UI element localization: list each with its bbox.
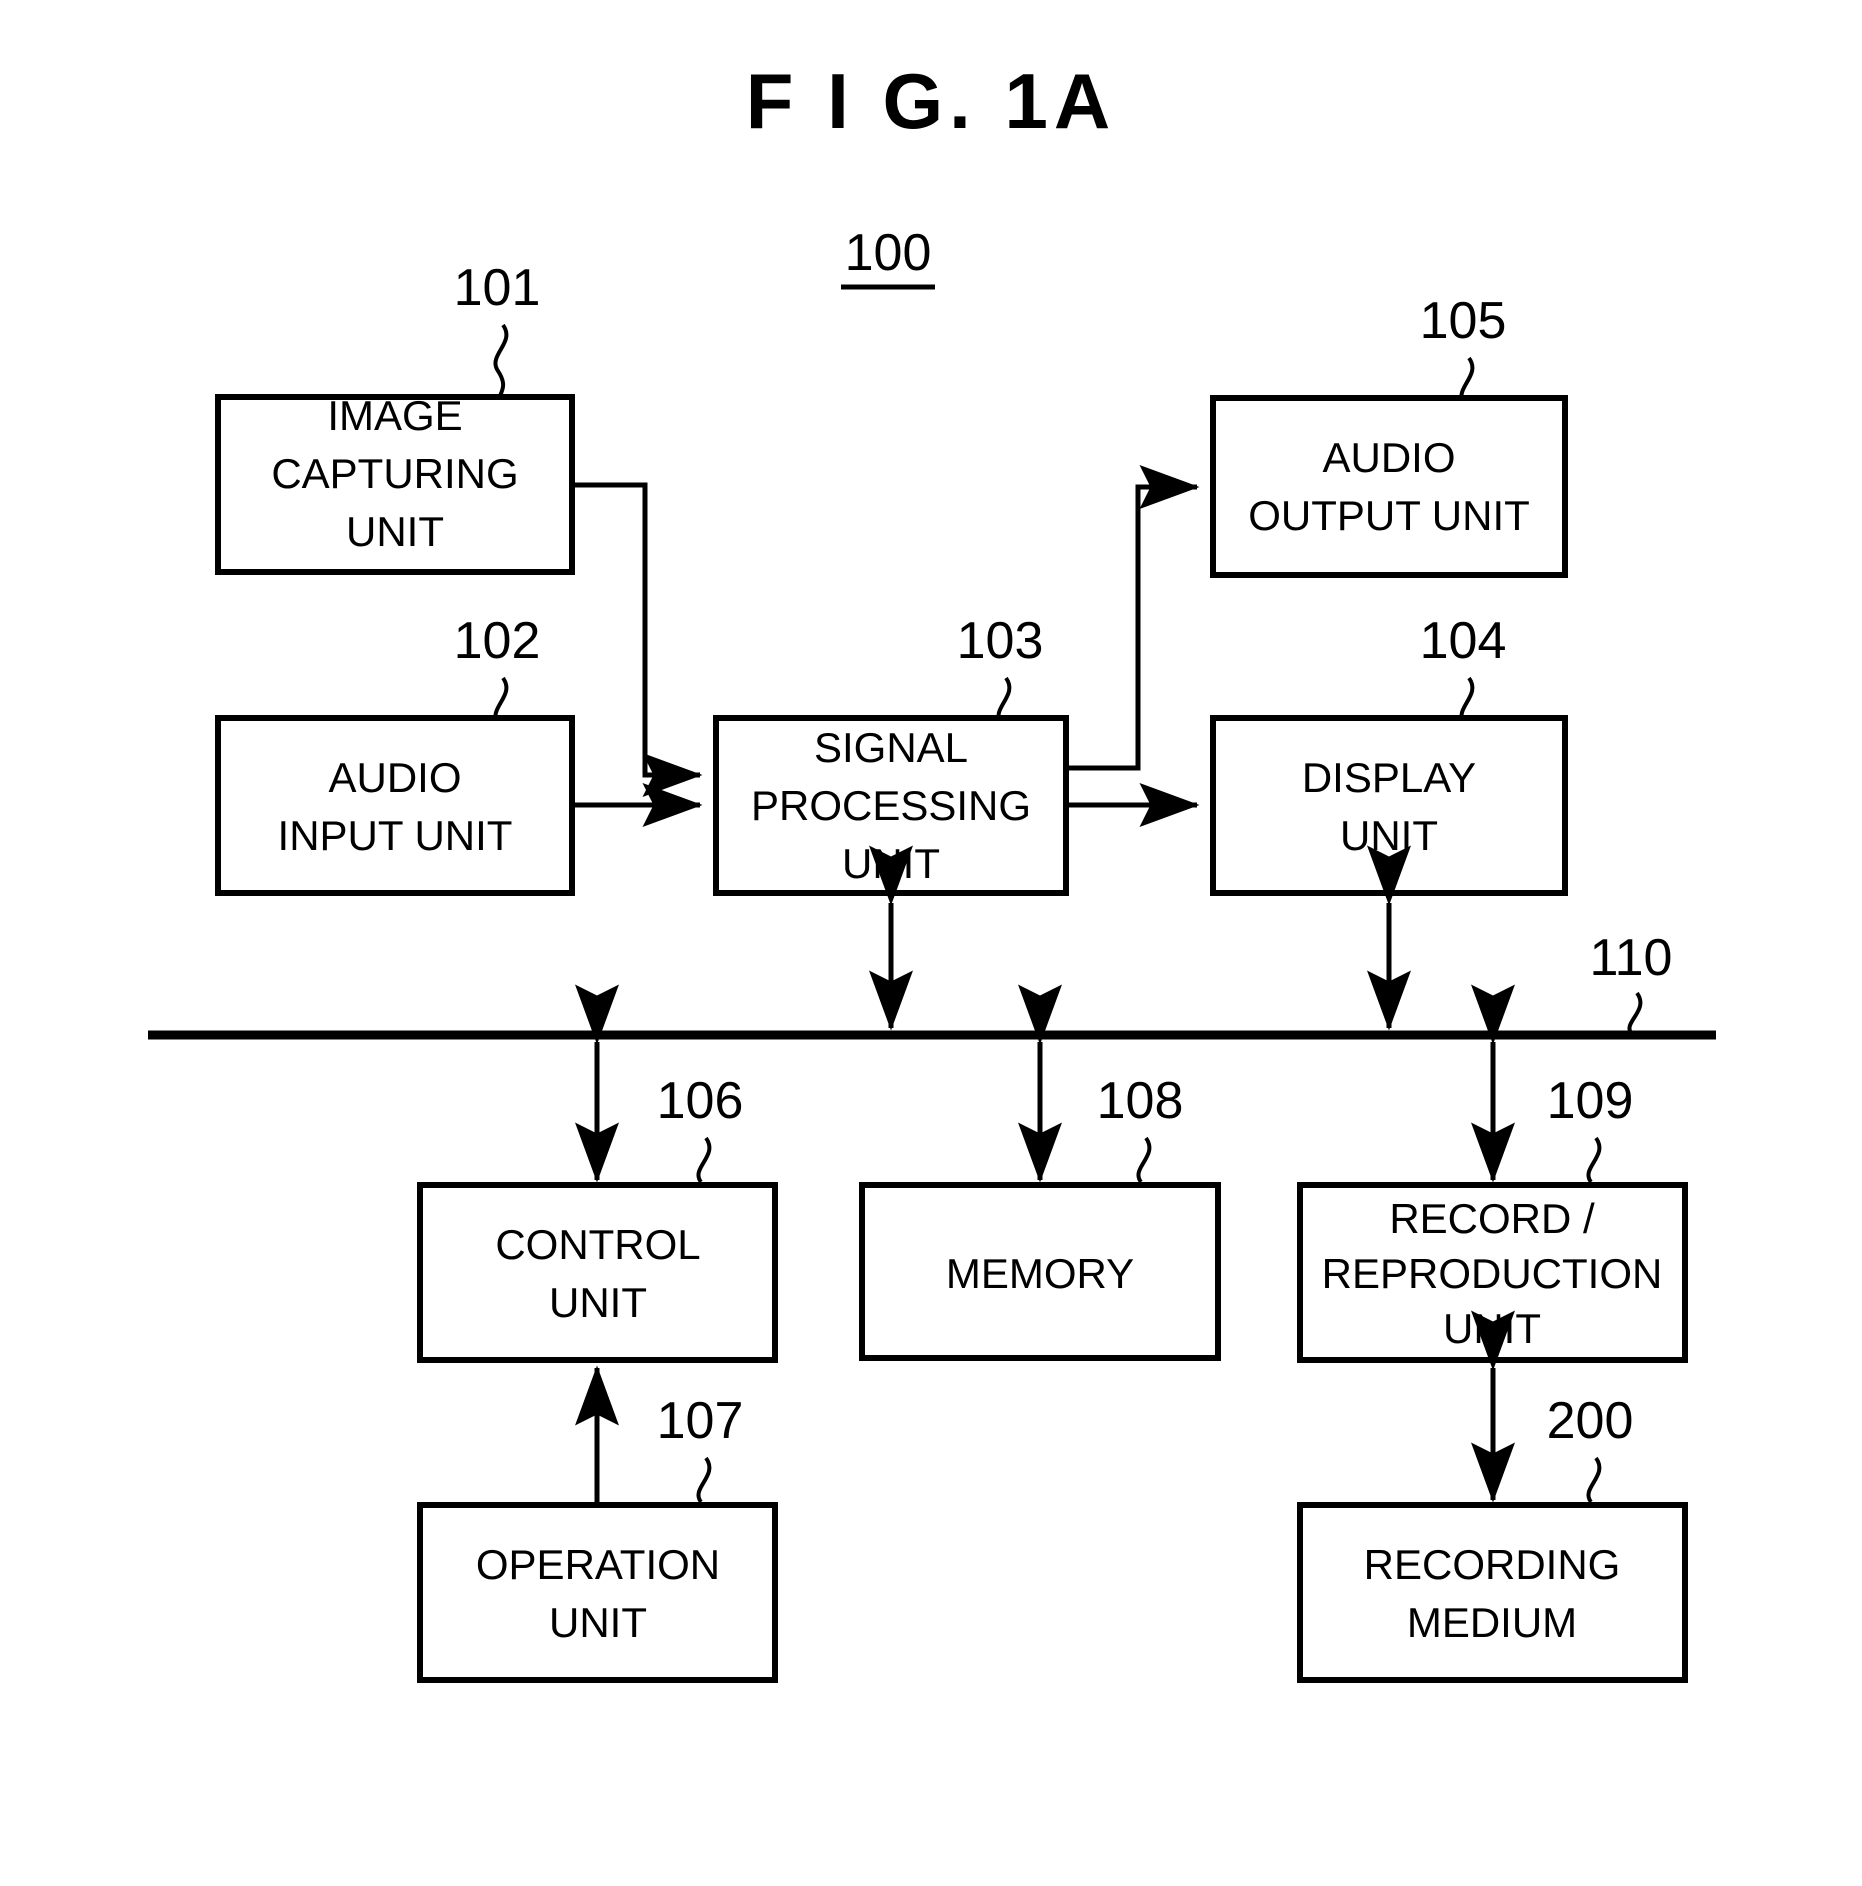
block-label-audio-input-2: INPUT UNIT: [278, 812, 513, 859]
ref-label-100: 100: [845, 224, 932, 282]
ref-label-105: 105: [1420, 292, 1507, 350]
leader-line-110: [1627, 991, 1643, 1036]
ref-label-200: 200: [1547, 1392, 1634, 1450]
block-operation-unit[interactable]: [417, 1502, 778, 1683]
ref-label-102: 102: [454, 612, 541, 670]
block-label-recording-medium-2: MEDIUM: [1407, 1599, 1577, 1646]
block-label-audio-output-2: OUTPUT UNIT: [1248, 492, 1530, 539]
ref-label-101: 101: [454, 259, 541, 317]
block-label-display-2: UNIT: [1340, 812, 1438, 859]
block-display-unit[interactable]: [1210, 715, 1568, 896]
block-label-signal-processing-2: PROCESSING: [751, 782, 1031, 829]
connection-signal-processing-to-audio-output: [1066, 465, 1200, 771]
block-recording-medium[interactable]: [1297, 1502, 1688, 1683]
block-audio-output-unit[interactable]: [1210, 395, 1568, 578]
block-label-audio-input-1: AUDIO: [328, 754, 461, 801]
block-label-record-3: UNIT: [1443, 1305, 1541, 1352]
ref-label-108: 108: [1097, 1072, 1184, 1130]
patent-figure-1a: F I G. 1A 100 101 IMAGE CAPTURING UNIT 1…: [0, 0, 1862, 1886]
ref-label-110: 110: [1590, 929, 1673, 987]
block-label-image-capturing-2: CAPTURING: [271, 450, 518, 497]
block-label-display-1: DISPLAY: [1302, 754, 1476, 801]
block-diagram: F I G. 1A 100 101 IMAGE CAPTURING UNIT 1…: [148, 57, 1716, 1683]
block-control-unit[interactable]: [417, 1182, 778, 1363]
leader-line-107: [696, 1456, 712, 1504]
leader-line-106: [696, 1136, 712, 1184]
ref-label-107: 107: [657, 1392, 744, 1450]
ref-label-106: 106: [657, 1072, 744, 1130]
leader-line-101: [493, 323, 509, 397]
block-label-image-capturing-1: IMAGE: [327, 392, 462, 439]
page-title: F I G. 1A: [746, 57, 1116, 145]
block-label-record-2: REPRODUCTION: [1322, 1250, 1663, 1297]
block-label-memory-1: MEMORY: [946, 1250, 1134, 1297]
block-label-operation-1: OPERATION: [476, 1541, 720, 1588]
leader-line-200: [1586, 1456, 1602, 1504]
block-label-recording-medium-1: RECORDING: [1364, 1541, 1621, 1588]
block-label-record-1: RECORD /: [1389, 1195, 1595, 1242]
block-label-signal-processing-1: SIGNAL: [814, 724, 968, 771]
block-label-image-capturing-3: UNIT: [346, 508, 444, 555]
ref-label-103: 103: [957, 612, 1044, 670]
block-label-control-1: CONTROL: [495, 1221, 700, 1268]
leader-line-109: [1586, 1136, 1602, 1184]
block-label-operation-2: UNIT: [549, 1599, 647, 1646]
block-label-signal-processing-3: UNIT: [842, 840, 940, 887]
block-label-control-2: UNIT: [549, 1279, 647, 1326]
block-label-audio-output-1: AUDIO: [1322, 434, 1455, 481]
connection-image-capturing-to-signal-processing: [572, 482, 703, 797]
ref-label-104: 104: [1420, 612, 1507, 670]
leader-line-108: [1136, 1136, 1152, 1184]
ref-label-109: 109: [1547, 1072, 1634, 1130]
block-audio-input-unit[interactable]: [215, 715, 575, 896]
